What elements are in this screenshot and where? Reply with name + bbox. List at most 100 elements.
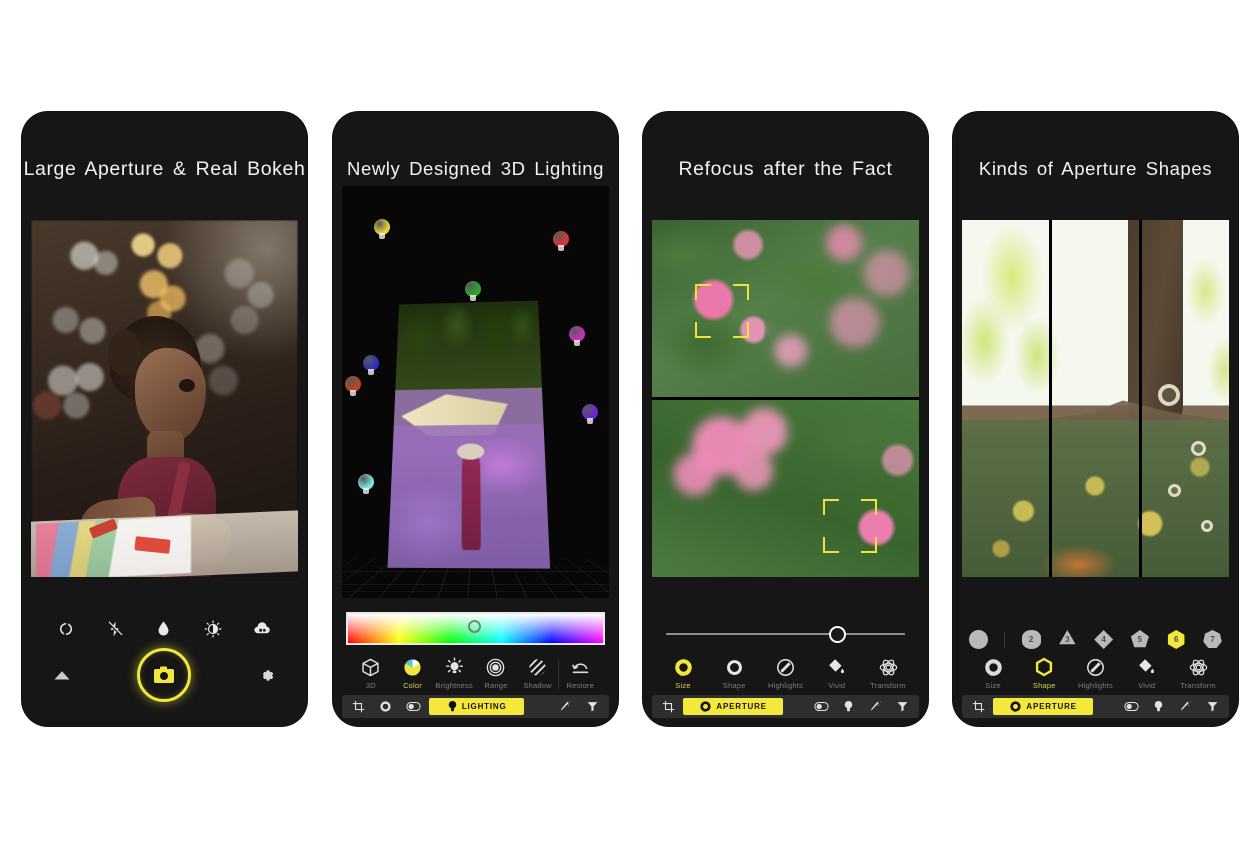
editor-tabbar: LIGHTING [342,695,609,718]
tool-label: Vivid [828,681,846,690]
light-bulb-base [573,340,580,347]
shape-compare-triptych[interactable] [962,220,1229,577]
light-marker[interactable] [358,474,375,495]
tool-label: Highlights [768,681,803,690]
tool-label: Transform [870,681,906,690]
refocus-pane-bottom[interactable] [652,400,919,577]
shape-6[interactable]: 6 [1166,629,1187,650]
tab-filter[interactable] [1200,698,1225,715]
exposure-icon[interactable] [204,620,222,638]
tab-aperture[interactable]: APERTURE [993,698,1094,715]
editor-tabbar: APERTURE [962,695,1229,718]
tab-crop[interactable] [346,698,371,715]
shape-number-label: 2 [1028,634,1034,644]
light-marker[interactable] [363,354,380,376]
tab-filter[interactable] [890,698,915,715]
fire-hydrant [461,451,481,550]
tool-range[interactable]: Range [475,657,517,690]
tool-transform[interactable]: Transform [1175,657,1221,690]
light-marker[interactable] [374,218,391,240]
shape-pane-1[interactable] [962,220,1049,577]
meadow-grass [1142,419,1229,577]
shape-2[interactable]: 2 [1021,629,1042,650]
tool-highlights[interactable]: Highlights [763,657,809,690]
camera-viewfinder[interactable] [31,220,298,577]
picker-knob[interactable] [467,620,481,634]
light-marker[interactable] [344,375,361,397]
tool-shadow[interactable]: Shadow [517,657,559,690]
lighting-3d-scene[interactable] [342,186,609,598]
tool-vivid[interactable]: Vivid [814,657,860,690]
tab-aperture[interactable] [373,698,398,715]
settings-gear-icon[interactable] [257,666,276,685]
camera-quick-settings [31,605,298,644]
shape-4[interactable]: 4 [1093,629,1114,650]
light-bulb-base [557,245,564,252]
phone-mockup-refocus: Refocus after the Fact Size Shape Highli… [643,112,928,726]
tool-brightness[interactable]: Brightness [433,657,475,690]
shape-pane-2[interactable] [1052,220,1139,577]
bokeh-drop-icon[interactable] [155,620,172,637]
tool-transform[interactable]: Transform [865,657,911,690]
page-title: Refocus after the Fact [678,158,893,180]
shape-number-label: 3 [1065,634,1070,644]
light-bulb-base [368,368,375,375]
meadow-grass [962,419,1049,577]
aperture-shape-selector: 2 3 4 5 6 7 [962,621,1229,654]
shape-7[interactable]: 7 [1202,629,1223,650]
tool-restore[interactable]: Restore [559,657,601,690]
tool-shape[interactable]: Shape [711,657,757,690]
tool-size[interactable]: Size [660,657,706,690]
light-marker[interactable] [552,231,569,252]
shape-circle[interactable] [968,629,989,650]
tab-contrast[interactable] [1118,698,1145,715]
slider-track [666,633,905,635]
refocus-compare[interactable] [652,220,919,577]
tab-lighting[interactable]: LIGHTING [429,698,525,715]
switch-camera-icon[interactable] [57,620,75,638]
tab-lighting[interactable] [837,698,860,715]
tab-crop[interactable] [656,698,681,715]
tool-vivid[interactable]: Vivid [1124,657,1170,690]
tab-lighting[interactable] [1147,698,1170,715]
hue-saturation-picker[interactable] [346,612,605,645]
tab-magic[interactable] [862,698,888,715]
shutter-button[interactable] [137,648,191,702]
tool-label: Shadow [523,681,552,690]
light-marker[interactable] [464,280,481,302]
tab-magic[interactable] [552,698,578,715]
tool-highlights[interactable]: Highlights [1073,657,1119,690]
refocus-pane-top[interactable] [652,220,919,397]
tool-size[interactable]: Size [970,657,1016,690]
aperture-size-slider[interactable] [666,619,905,649]
phone-mockup-lighting: Newly Designed 3D Lighting 3D Color Brig… [333,112,618,726]
tab-filter[interactable] [580,698,605,715]
tab-crop[interactable] [966,698,991,715]
shape-number-label: 6 [1173,634,1179,644]
focus-box[interactable] [694,283,749,338]
focus-box[interactable] [822,499,877,554]
tool-shape[interactable]: Shape [1021,656,1067,690]
shape-5[interactable]: 5 [1129,629,1150,650]
tab-magic[interactable] [1172,698,1198,715]
tool-color[interactable]: Color [392,657,434,690]
tree-trunk [1128,220,1139,435]
light-marker[interactable] [582,404,599,425]
flash-off-icon[interactable] [106,620,124,638]
shape-pane-3[interactable] [1142,220,1229,577]
tab-contrast[interactable] [808,698,835,715]
aperture-tool-row: Size Shape Highlights Vivid Transform [652,655,919,695]
shape-number-label: 4 [1101,634,1106,644]
tool-label: Shape [722,681,746,690]
slider-knob[interactable] [828,625,846,643]
expand-up-icon[interactable] [53,668,71,682]
meadow-grass [1052,419,1139,577]
tree-scene [1052,220,1139,577]
tab-contrast[interactable] [400,698,427,715]
hdr-cloud-icon[interactable] [253,619,272,638]
tab-aperture[interactable]: APERTURE [683,698,784,715]
shape-3[interactable]: 3 [1057,629,1078,650]
tool-3d[interactable]: 3D [350,657,392,690]
tab-label: APERTURE [1026,702,1077,711]
light-marker[interactable] [568,326,585,347]
